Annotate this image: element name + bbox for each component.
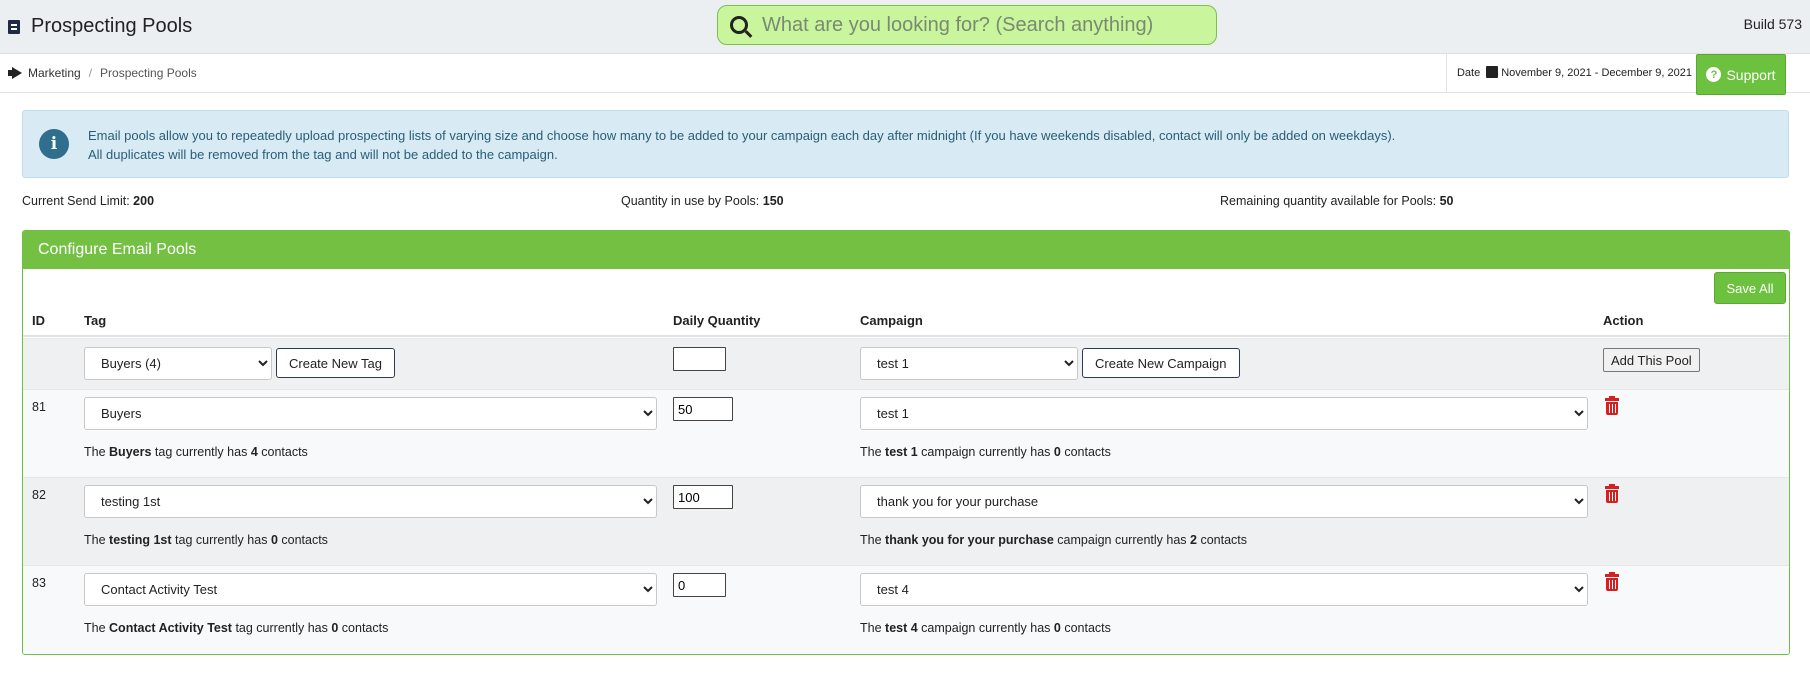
in-use-label: Quantity in use by Pools: [621,194,760,208]
question-circle-icon: ? [1706,67,1722,82]
alert-line-2: All duplicates will be removed from the … [88,147,558,162]
date-range-picker[interactable]: Date November 9, 2021 - December 9, 2021 [1445,54,1716,92]
pool-tag-select[interactable]: Contact Activity Test [84,573,657,606]
remaining-label: Remaining quantity available for Pools: [1220,194,1437,208]
info-alert: i Email pools allow you to repeatedly up… [22,110,1789,178]
support-label: Support [1726,66,1776,83]
col-daily-quantity: Daily Quantity [673,313,761,328]
add-this-pool-button[interactable]: Add This Pool [1603,348,1700,372]
pool-quantity-input[interactable] [673,573,726,597]
in-use-stat: Quantity in use by Pools: 150 [621,194,784,208]
search-input[interactable] [762,13,1182,37]
info-icon: i [39,129,69,159]
col-id: ID [32,313,45,328]
date-range-value[interactable]: November 9, 2021 - December 9, 2021 [1501,67,1692,79]
save-all-button[interactable]: Save All [1714,272,1786,304]
table-row: 81 Buyers test 1 The Buyers tag currentl… [23,389,1789,477]
pool-id: 82 [32,488,46,502]
alert-line-1: Email pools allow you to repeatedly uplo… [88,128,1396,143]
create-new-tag-button[interactable]: Create New Tag [276,348,395,378]
col-tag: Tag [84,313,107,328]
pool-tag-select[interactable]: testing 1st [84,485,657,518]
app-title: Prospecting Pools [8,15,192,38]
breadcrumb-bar: Marketing / Prospecting Pools Date Novem… [0,54,1810,95]
tag-contact-note: The Buyers tag currently has 4 contacts [84,445,308,459]
in-use-value: 150 [762,194,784,208]
remaining-stat: Remaining quantity available for Pools: … [1220,194,1454,208]
new-tag-select[interactable]: Buyers (4) [84,347,272,380]
pool-campaign-select[interactable]: test 1 [860,397,1588,430]
table-header: ID Tag Daily Quantity Campaign Action [23,307,1789,337]
send-limit-label: Current Send Limit: [22,194,130,208]
pool-tag-select[interactable]: Buyers [84,397,657,430]
alert-text: Email pools allow you to repeatedly uplo… [88,126,1395,164]
megaphone-icon [8,67,24,79]
date-label: Date [1456,67,1481,79]
new-pool-row: Buyers (4) Create New Tag test 1 Create … [23,338,1789,389]
pool-quantity-input[interactable] [673,397,733,421]
trash-icon[interactable] [1605,572,1619,591]
remaining-value: 50 [1439,194,1454,208]
pool-campaign-select[interactable]: test 4 [860,573,1588,606]
calendar-icon [1486,66,1499,78]
email-pools-card: Configure Email Pools Save All ID Tag Da… [22,230,1790,655]
pool-quantity-input[interactable] [673,485,733,509]
create-new-campaign-button[interactable]: Create New Campaign [1082,348,1240,378]
tag-contact-note: The Contact Activity Test tag currently … [84,621,389,635]
table-row: 82 testing 1st thank you for your purcha… [23,477,1789,565]
breadcrumb-current: Prospecting Pools [100,66,197,80]
new-campaign-select[interactable]: test 1 [860,347,1078,380]
table-row: 83 Contact Activity Test test 4 The Cont… [23,565,1789,654]
send-limit-stat: Current Send Limit: 200 [22,194,154,208]
support-button[interactable]: ? Support [1696,54,1786,95]
pool-id: 81 [32,400,46,414]
card-title: Configure Email Pools [23,231,1789,269]
search-icon[interactable] [730,16,748,34]
top-bar: Prospecting Pools Build 573 [0,0,1810,54]
campaign-contact-note: The thank you for your purchase campaign… [860,533,1248,547]
campaign-contact-note: The test 4 campaign currently has 0 cont… [860,621,1111,635]
page-title: Prospecting Pools [31,15,193,37]
trash-icon[interactable] [1605,396,1619,415]
tag-contact-note: The testing 1st tag currently has 0 cont… [84,533,328,547]
pool-campaign-select[interactable]: thank you for your purchase [860,485,1588,518]
campaign-contact-note: The test 1 campaign currently has 0 cont… [860,445,1111,459]
search-bar[interactable] [717,5,1217,45]
document-icon [8,19,20,34]
trash-icon[interactable] [1605,484,1619,503]
build-label: Build 573 [1743,16,1802,32]
col-campaign: Campaign [860,313,923,328]
breadcrumb-separator: / [88,66,93,80]
send-limit-value: 200 [133,194,155,208]
breadcrumb: Marketing / Prospecting Pools [8,66,197,80]
breadcrumb-marketing[interactable]: Marketing [28,66,81,80]
new-quantity-input[interactable] [673,347,726,371]
pool-id: 83 [32,576,46,590]
col-action: Action [1603,313,1644,328]
